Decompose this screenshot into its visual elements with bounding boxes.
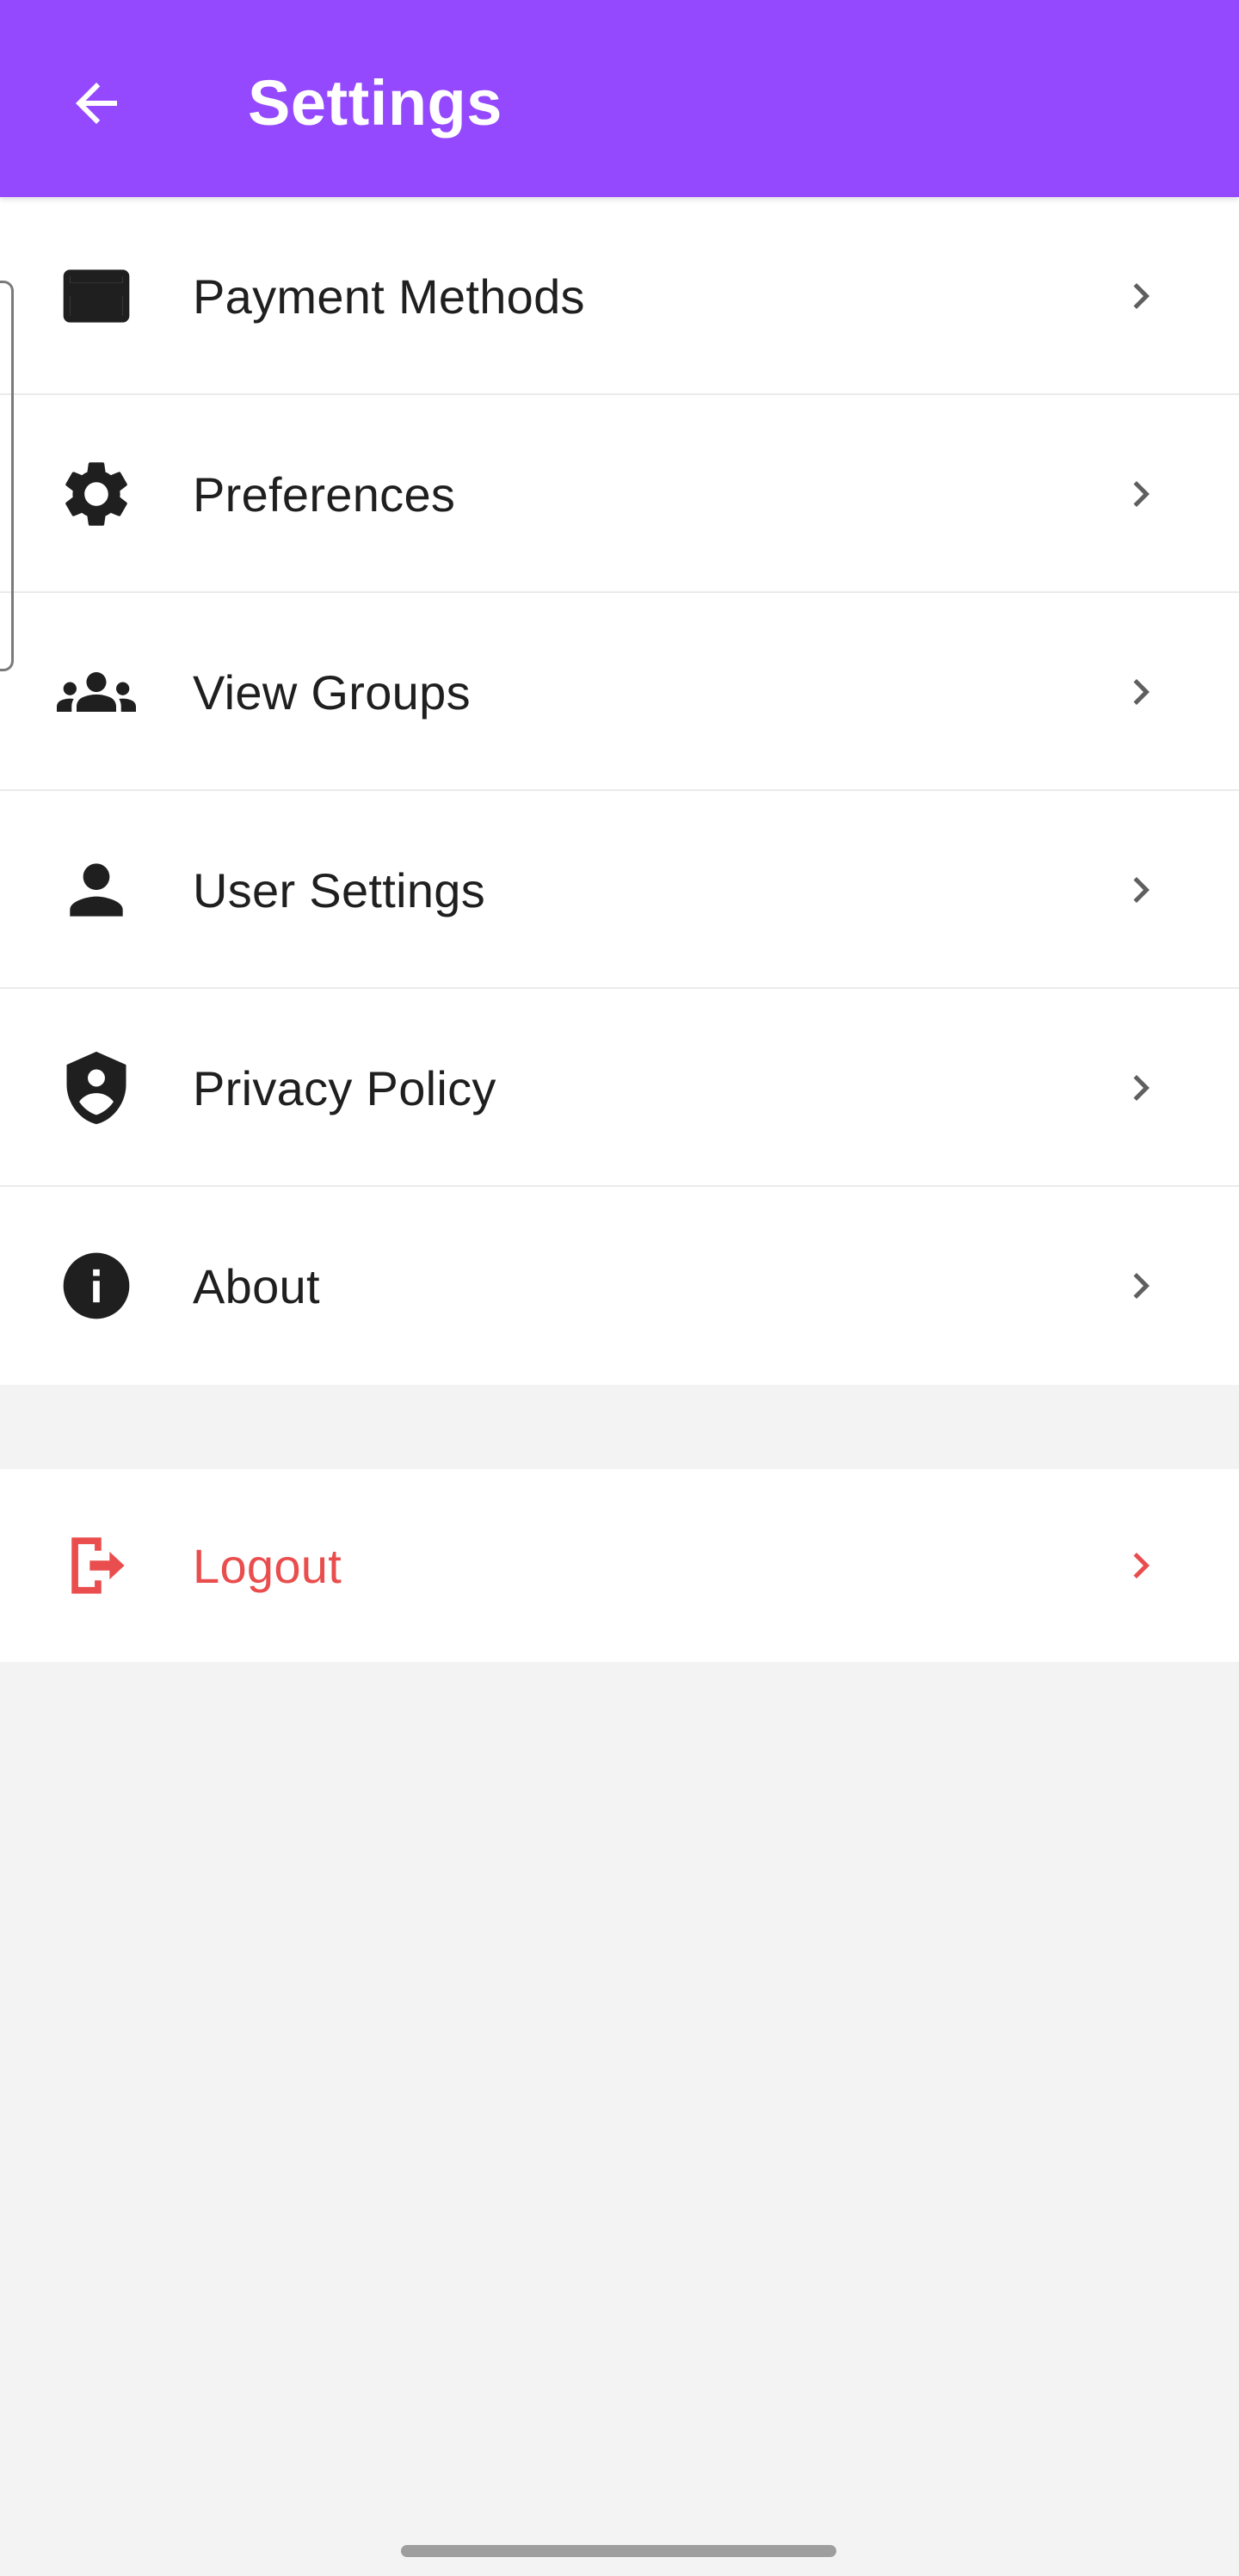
back-button[interactable] bbox=[53, 60, 139, 146]
list-item-label: About bbox=[193, 1258, 320, 1313]
list-item-label: Privacy Policy bbox=[193, 1060, 496, 1115]
info-icon bbox=[53, 1248, 139, 1324]
settings-screen: Settings Payment Methods Preferences Vie… bbox=[0, 0, 1239, 2576]
person-icon bbox=[53, 852, 139, 928]
gear-icon bbox=[53, 456, 139, 532]
chevron-right-icon bbox=[1115, 1540, 1167, 1591]
list-item-label: Preferences bbox=[193, 466, 456, 522]
list-item-label: View Groups bbox=[193, 664, 471, 720]
page-title: Settings bbox=[248, 67, 502, 139]
logout-icon bbox=[57, 1526, 136, 1605]
chevron-right-icon bbox=[1115, 666, 1167, 718]
edge-panel-handle[interactable] bbox=[0, 281, 14, 671]
list-item-privacy-policy[interactable]: Privacy Policy bbox=[0, 989, 1239, 1187]
list-item-label: User Settings bbox=[193, 862, 486, 917]
logout-button[interactable]: Logout bbox=[0, 1469, 1239, 1662]
list-item-user-settings[interactable]: User Settings bbox=[0, 791, 1239, 989]
list-item-about[interactable]: About bbox=[0, 1187, 1239, 1385]
app-bar: Settings bbox=[0, 0, 1239, 197]
chevron-right-icon bbox=[1115, 270, 1167, 322]
chevron-right-icon bbox=[1115, 468, 1167, 520]
list-item-view-groups[interactable]: View Groups bbox=[0, 593, 1239, 791]
list-item-label: Payment Methods bbox=[193, 269, 585, 324]
list-item-preferences[interactable]: Preferences bbox=[0, 395, 1239, 593]
groups-icon bbox=[53, 654, 139, 730]
list-item-payment-methods[interactable]: Payment Methods bbox=[0, 197, 1239, 395]
credit-card-icon bbox=[53, 258, 139, 334]
home-indicator[interactable] bbox=[401, 2545, 836, 2557]
shield-person-icon bbox=[53, 1050, 139, 1126]
chevron-right-icon bbox=[1115, 864, 1167, 916]
arrow-back-icon bbox=[76, 83, 117, 124]
logout-label: Logout bbox=[193, 1538, 342, 1593]
settings-list: Payment Methods Preferences View Groups bbox=[0, 197, 1239, 1385]
chevron-right-icon bbox=[1115, 1260, 1167, 1312]
chevron-right-icon bbox=[1115, 1062, 1167, 1114]
